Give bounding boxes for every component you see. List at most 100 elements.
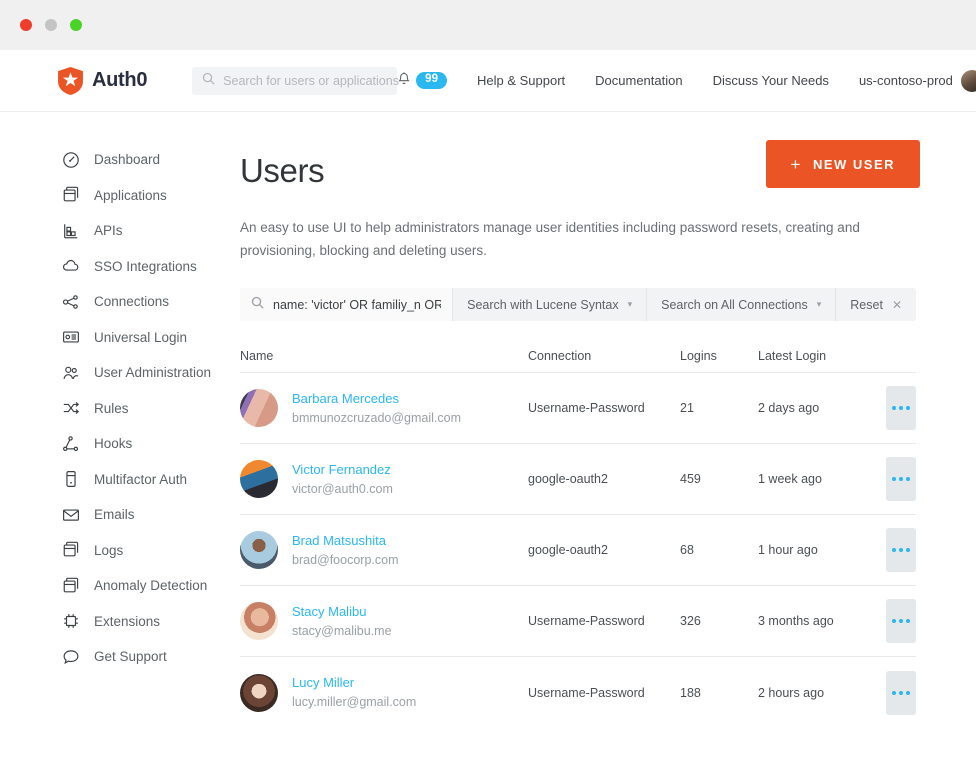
shuffle-arrows-icon [62, 399, 80, 417]
user-email: lucy.miller@gmail.com [292, 693, 416, 711]
sidebar-item-logs[interactable]: Logs [0, 533, 230, 569]
lucene-search-input[interactable]: name: 'victor' OR familiy_n OR email: au… [240, 288, 452, 321]
user-identity: Lucy Miller lucy.miller@gmail.com [292, 674, 416, 711]
sidebar-item-universal-login[interactable]: Universal Login [0, 320, 230, 356]
ellipsis-icon [892, 548, 910, 552]
close-window-button[interactable] [20, 19, 32, 31]
top-navigation-bar: Auth0 Search for users or applications 9… [0, 50, 976, 112]
sidebar-item-rules[interactable]: Rules [0, 391, 230, 427]
logins-cell: 188 [680, 686, 758, 700]
hooks-nodes-icon [62, 435, 80, 453]
row-actions-button[interactable] [886, 457, 916, 501]
page-description: An easy to use UI to help administrators… [240, 216, 908, 262]
user-identity: Stacy Malibu stacy@malibu.me [292, 603, 392, 640]
new-user-button[interactable]: + NEW USER [766, 140, 921, 188]
reset-filters-button[interactable]: Reset ✕ [835, 288, 916, 321]
users-table: Name Connection Logins Latest Login Barb… [240, 339, 916, 728]
notifications-button[interactable]: 99 [397, 71, 447, 91]
gauge-icon [62, 151, 80, 169]
latest-login-cell: 1 hour ago [758, 543, 868, 557]
users-table-header: Name Connection Logins Latest Login [240, 339, 916, 373]
filter-bar: name: 'victor' OR familiy_n OR email: au… [240, 288, 916, 321]
search-syntax-dropdown-label: Search with Lucene Syntax [467, 298, 618, 312]
sidebar-item-user-administration[interactable]: User Administration [0, 355, 230, 391]
ellipsis-icon [892, 406, 910, 410]
search-icon [251, 296, 264, 314]
new-user-button-label: NEW USER [813, 157, 895, 172]
sidebar-item-label: Connections [94, 294, 169, 309]
sidebar-item-label: SSO Integrations [94, 259, 197, 274]
avatar [240, 460, 278, 498]
sidebar-item-multifactor-auth[interactable]: Multifactor Auth [0, 462, 230, 498]
column-header-name: Name [240, 349, 528, 363]
connections-filter-dropdown-label: Search on All Connections [661, 298, 808, 312]
connection-cell: Username-Password [528, 686, 680, 700]
sidebar-item-label: Anomaly Detection [94, 578, 207, 593]
sidebar-item-extensions[interactable]: Extensions [0, 604, 230, 640]
envelope-icon [62, 506, 80, 524]
tenant-name-label: us-contoso-prod [859, 73, 953, 88]
row-actions-button[interactable] [886, 599, 916, 643]
connection-cell: Username-Password [528, 401, 680, 415]
sidebar-item-dashboard[interactable]: Dashboard [0, 142, 230, 178]
sidebar-item-applications[interactable]: Applications [0, 178, 230, 214]
sidebar-item-label: Emails [94, 507, 135, 522]
sidebar-item-connections[interactable]: Connections [0, 284, 230, 320]
row-actions-button[interactable] [886, 386, 916, 430]
user-name-link[interactable]: Victor Fernandez [292, 461, 393, 480]
row-actions-button[interactable] [886, 671, 916, 715]
chevron-down-icon: ▾ [817, 299, 822, 310]
sidebar-item-label: Logs [94, 543, 123, 558]
sidebar-item-emails[interactable]: Emails [0, 497, 230, 533]
nav-link-discuss-your-needs[interactable]: Discuss Your Needs [713, 73, 829, 88]
logins-cell: 68 [680, 543, 758, 557]
speech-bubble-icon [62, 648, 80, 666]
tenant-selector[interactable]: us-contoso-prod ▾ [859, 70, 976, 92]
sidebar-item-label: APIs [94, 223, 123, 238]
notifications-count-badge: 99 [416, 72, 447, 89]
avatar [961, 70, 976, 92]
user-name-link[interactable]: Barbara Mercedes [292, 390, 461, 409]
user-email: brad@foocorp.com [292, 551, 399, 569]
row-actions-button[interactable] [886, 528, 916, 572]
table-row[interactable]: Stacy Malibu stacy@malibu.me Username-Pa… [240, 586, 916, 657]
global-search-input[interactable]: Search for users or applications [192, 67, 397, 95]
table-row[interactable]: Lucy Miller lucy.miller@gmail.com Userna… [240, 657, 916, 728]
connections-filter-dropdown[interactable]: Search on All Connections ▾ [646, 288, 835, 321]
window-stack-icon [62, 541, 80, 559]
sidebar-item-hooks[interactable]: Hooks [0, 426, 230, 462]
table-row[interactable]: Brad Matsushita brad@foocorp.com google-… [240, 515, 916, 586]
logins-cell: 459 [680, 472, 758, 486]
sidebar: Dashboard Applications APIs SSO Integrat… [0, 112, 230, 758]
window-titlebar [0, 0, 976, 50]
lucene-search-value: name: 'victor' OR familiy_n OR email: au… [273, 298, 441, 312]
minimize-window-button[interactable] [45, 19, 57, 31]
user-name-link[interactable]: Stacy Malibu [292, 603, 392, 622]
user-identity: Barbara Mercedes bmmunozcruzado@gmail.co… [292, 390, 461, 427]
bell-icon [397, 71, 411, 91]
sidebar-item-sso-integrations[interactable]: SSO Integrations [0, 249, 230, 285]
latest-login-cell: 1 week ago [758, 472, 868, 486]
actions-cell [868, 671, 916, 715]
maximize-window-button[interactable] [70, 19, 82, 31]
avatar [240, 674, 278, 712]
global-search-placeholder: Search for users or applications [223, 74, 399, 88]
search-icon [202, 72, 215, 90]
sidebar-item-label: Hooks [94, 436, 132, 451]
connection-cell: Username-Password [528, 614, 680, 628]
auth0-brand[interactable]: Auth0 [58, 67, 147, 95]
page-body: Dashboard Applications APIs SSO Integrat… [0, 112, 976, 758]
logins-cell: 326 [680, 614, 758, 628]
user-identity: Victor Fernandez victor@auth0.com [292, 461, 393, 498]
nav-link-documentation[interactable]: Documentation [595, 73, 682, 88]
nav-link-help-and-support[interactable]: Help & Support [477, 73, 565, 88]
ellipsis-icon [892, 619, 910, 623]
user-name-link[interactable]: Brad Matsushita [292, 532, 399, 551]
sidebar-item-anomaly-detection[interactable]: Anomaly Detection [0, 568, 230, 604]
user-name-link[interactable]: Lucy Miller [292, 674, 416, 693]
table-row[interactable]: Victor Fernandez victor@auth0.com google… [240, 444, 916, 515]
search-syntax-dropdown[interactable]: Search with Lucene Syntax ▾ [452, 288, 646, 321]
sidebar-item-apis[interactable]: APIs [0, 213, 230, 249]
sidebar-item-get-support[interactable]: Get Support [0, 639, 230, 675]
table-row[interactable]: Barbara Mercedes bmmunozcruzado@gmail.co… [240, 373, 916, 444]
